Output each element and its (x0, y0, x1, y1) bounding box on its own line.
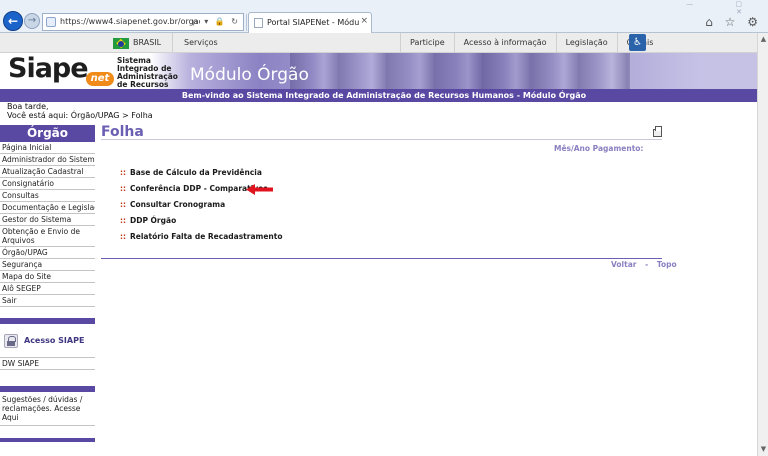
accessibility-icon[interactable]: ♿ (629, 34, 646, 51)
red-arrow-icon (246, 184, 273, 195)
scroll-down-icon[interactable]: ▼ (759, 445, 768, 454)
address-bar[interactable]: https://www4.siapenet.gov.br/orgao/Pagin… (42, 13, 244, 31)
sidebar-item-alo-segep[interactable]: Alô SEGEP (0, 283, 95, 295)
siape-banner: Siape net Sistema Integrado de Administr… (0, 53, 768, 89)
brazil-flag-icon (113, 38, 129, 49)
dw-siape-link[interactable]: DW SIAPE (0, 358, 95, 370)
menu-item-consultar-cronograma[interactable]: :: Consultar Cronograma (120, 199, 283, 215)
menu-item-base-calculo[interactable]: :: Base de Cálculo da Previdência (120, 167, 283, 183)
sidebar-item-documentacao[interactable]: Documentação e Legislação (0, 202, 95, 214)
menu-item-label[interactable]: Base de Cálculo da Previdência (130, 168, 262, 177)
participe-link[interactable]: Participe (400, 33, 454, 52)
suggestions-link[interactable]: Sugestões / dúvidas / reclamações. Acess… (0, 392, 95, 426)
mes-ano-label: Mês/Ano Pagamento: (554, 144, 644, 153)
title-divider (101, 139, 662, 140)
sidebar-item-consignatario[interactable]: Consignatário (0, 178, 95, 190)
sidebar-item-gestor[interactable]: Gestor do Sistema (0, 214, 95, 226)
topo-link[interactable]: Topo (657, 260, 677, 269)
menu-item-relatorio-recadastramento[interactable]: :: Relatório Falta de Recadastramento (120, 231, 283, 247)
sidebar-item-sair[interactable]: Sair (0, 295, 95, 307)
site-favicon-icon (46, 17, 56, 27)
sidebar-item-administrador[interactable]: Administrador do Sistema (0, 154, 95, 166)
welcome-bar: Bem-vindo ao Sistema Integrado de Admini… (0, 89, 768, 102)
bullet-icon: :: (120, 168, 126, 177)
bullet-icon: :: (120, 184, 126, 193)
menu-item-ddp-orgao[interactable]: :: DDP Órgão (120, 215, 283, 231)
menu-item-label[interactable]: DDP Órgão (130, 216, 176, 225)
sidebar-item-orgao-upag[interactable]: Órgão/UPAG (0, 247, 95, 259)
siape-logo-net: net (86, 72, 114, 86)
lock-icon (4, 334, 18, 348)
vertical-scrollbar[interactable]: ▲ ▼ (757, 33, 768, 456)
sidebar-item-pagina-inicial[interactable]: Página Inicial (0, 142, 95, 154)
acesso-informacao-link[interactable]: Acesso à informação (453, 33, 556, 52)
sidebar: Órgão Página Inicial Administrador do Si… (0, 125, 95, 456)
footer-links: Voltar - Topo (611, 260, 677, 269)
print-icon[interactable] (653, 126, 662, 137)
sidebar-item-seguranca[interactable]: Segurança (0, 259, 95, 271)
menu-item-label[interactable]: Consultar Cronograma (130, 200, 225, 209)
page-title: Folha (101, 124, 144, 140)
scroll-up-icon[interactable]: ▲ (759, 35, 768, 44)
acesso-siape-label[interactable]: Acesso SIAPE (24, 336, 84, 345)
page-icon (254, 18, 263, 28)
menu-item-label[interactable]: Relatório Falta de Recadastramento (130, 232, 283, 241)
back-arrow-icon[interactable]: ← (3, 11, 23, 31)
module-title: Módulo Órgão (190, 65, 309, 85)
sidebar-separator (0, 307, 95, 324)
sidebar-item-mapa-site[interactable]: Mapa do Site (0, 271, 95, 283)
browser-tab-active[interactable]: Portal SIAPENet - Módulo ... × (248, 12, 372, 33)
bullet-icon: :: (120, 200, 126, 209)
brasil-link[interactable]: BRASIL (133, 38, 161, 47)
sidebar-item-obtencao-arquivos[interactable]: Obtenção e Envio de Arquivos (0, 226, 95, 247)
close-tab-icon[interactable]: × (360, 16, 368, 26)
legislacao-link[interactable]: Legislação (555, 33, 617, 52)
sidebar-header: Órgão (0, 125, 95, 142)
folha-menu: :: Base de Cálculo da Previdência :: Confe… (120, 167, 283, 247)
window-controls[interactable]: — ▢ ✕ (648, 0, 768, 16)
siape-logo: Siape (8, 53, 89, 84)
tab-title: Portal SIAPENet - Módulo ... (267, 18, 359, 27)
logo-description: Sistema Integrado de Administração de Re… (117, 56, 178, 90)
breadcrumb: Você está aqui: Órgão/UPAG > Folha (7, 111, 153, 120)
gov-menu: Participe Acesso à informação Legislação… (400, 33, 662, 52)
banner-photo (290, 53, 630, 89)
servicos-link[interactable]: Serviços (172, 33, 229, 52)
browser-toolbar: — ▢ ✕ ← → https://www4.siapenet.gov.br/o… (0, 0, 768, 33)
greeting-text: Boa tarde, (7, 102, 49, 111)
bottom-divider (101, 258, 662, 259)
bullet-icon: :: (120, 216, 126, 225)
bullet-icon: :: (120, 232, 126, 241)
url-text[interactable]: https://www4.siapenet.gov.br/orgao/Pagin… (60, 17, 200, 26)
sidebar-item-atualizacao-cadastral[interactable]: Atualização Cadastral (0, 166, 95, 178)
home-favorites-settings-icons[interactable]: ⌂ ☆ ⚙ (705, 15, 762, 29)
acesso-siape-link[interactable]: Acesso SIAPE (0, 326, 95, 358)
footer-separator: - (645, 260, 649, 269)
sidebar-item-consultas[interactable]: Consultas (0, 190, 95, 202)
sidebar-separator-3 (0, 438, 95, 442)
gov-br-bar: BRASIL Serviços Participe Acesso à infor… (0, 33, 768, 53)
address-actions-icons[interactable]: ρ ▾ 🔒 ↻ (193, 17, 240, 26)
voltar-link[interactable]: Voltar (611, 260, 636, 269)
forward-arrow-icon[interactable]: → (24, 13, 40, 29)
